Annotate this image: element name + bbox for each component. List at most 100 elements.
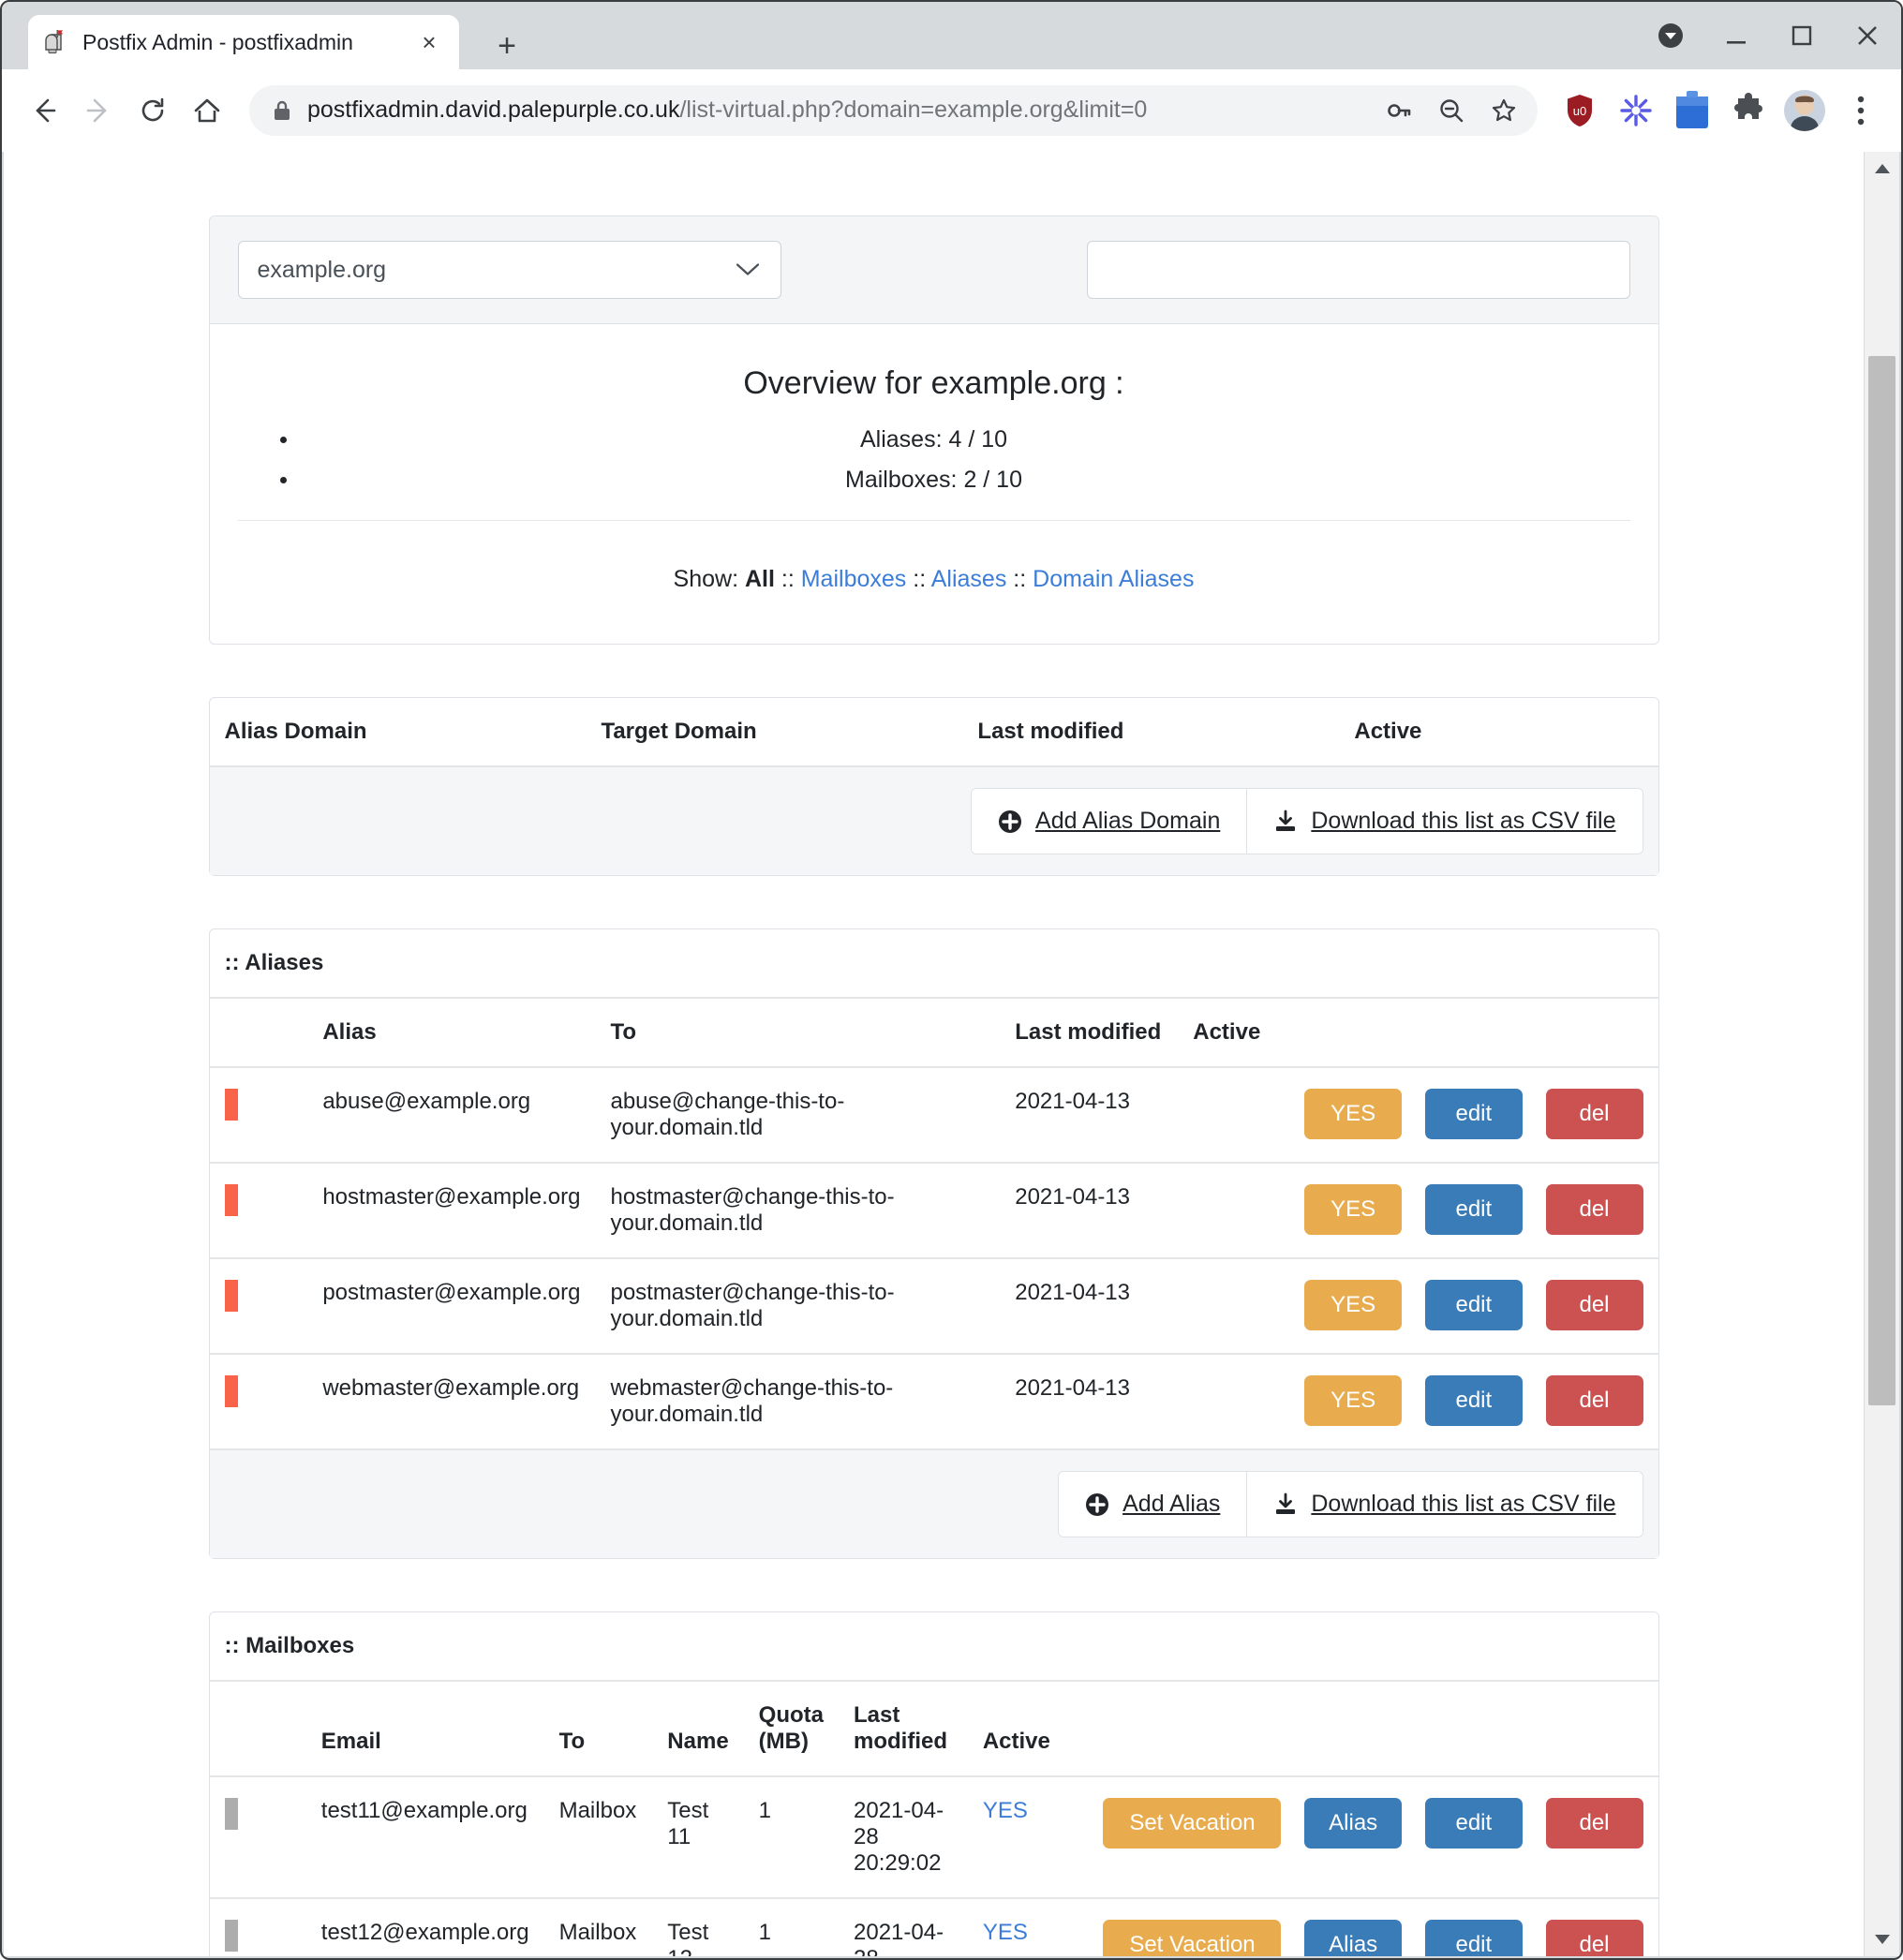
scroll-down-arrow-icon[interactable] — [1865, 1923, 1899, 1956]
ublock-origin-extension-icon[interactable]: u0 — [1556, 87, 1603, 134]
close-window-button[interactable] — [1849, 17, 1886, 54]
star-icon[interactable] — [1479, 86, 1528, 135]
alias-active-toggle-button[interactable]: YES — [1304, 1184, 1403, 1236]
avatar-icon[interactable] — [1781, 87, 1828, 134]
alias-value: webmaster@example.org — [307, 1353, 596, 1449]
search-input[interactable] — [1086, 241, 1630, 299]
mailboxes-title-row: :: Mailboxes — [209, 1612, 1658, 1682]
forward-arrow-icon[interactable] — [73, 85, 124, 136]
mailboxes-section-title: :: Mailboxes — [209, 1612, 1658, 1682]
new-tab-button[interactable]: + — [487, 26, 527, 66]
mailbox-edit-button[interactable]: edit — [1424, 1798, 1523, 1849]
alias-value: hostmaster@example.org — [307, 1162, 596, 1258]
column-marker — [210, 1681, 306, 1776]
scrollbar-thumb[interactable] — [1868, 356, 1896, 1405]
alias-edit-button[interactable]: edit — [1424, 1089, 1523, 1140]
alias-delete-button[interactable]: del — [1545, 1184, 1643, 1236]
table-header-row: Alias Domain Target Domain Last modified… — [210, 698, 1658, 766]
kebab-menu-icon[interactable] — [1837, 87, 1884, 134]
column-to: To — [558, 1729, 586, 1754]
zoom-out-icon[interactable] — [1427, 86, 1476, 135]
mailbox-active-cell: YES — [967, 1775, 1080, 1898]
asterisk-extension-icon[interactable] — [1613, 87, 1659, 134]
mailbox-quota: 1 — [743, 1775, 839, 1898]
show-link-aliases[interactable]: Aliases — [931, 566, 1007, 592]
tab-search-button[interactable] — [1652, 17, 1689, 54]
table-header-row: Alias To Last modified Active — [210, 998, 1658, 1067]
window-controls — [1652, 17, 1886, 54]
table-row: webmaster@example.org webmaster@change-t… — [209, 1353, 1658, 1449]
overview-card: example.org Overview for example.org : •… — [208, 215, 1659, 645]
minimize-button[interactable] — [1717, 17, 1755, 54]
row-marker-cell — [209, 1066, 308, 1163]
alias-domain-table: Alias Domain Target Domain Last modified… — [209, 698, 1658, 875]
alias-delete-button[interactable]: del — [1545, 1375, 1643, 1427]
alias-edit-button[interactable]: edit — [1424, 1184, 1523, 1236]
mailboxes-card: :: Mailboxes Email To Name Quota (MB) La… — [208, 1611, 1659, 1956]
alias-target: webmaster@change-this-to-your.domain.tld — [595, 1353, 1001, 1449]
aliases-table: :: Aliases Alias To Last modified Active — [209, 929, 1658, 1558]
alias-delete-button[interactable]: del — [1545, 1089, 1643, 1140]
domain-select[interactable]: example.org — [237, 241, 781, 299]
alias-last-modified: 2021-04-13 — [1000, 1353, 1179, 1449]
mailbox-last-modified: 2021-04-28 20:29:02 — [839, 1897, 968, 1956]
mailbox-active-cell: YES — [967, 1897, 1080, 1956]
alias-active-toggle-button[interactable]: YES — [1304, 1375, 1403, 1427]
home-icon[interactable] — [182, 85, 232, 136]
url-text[interactable]: postfixadmin.david.palepurple.co.uk/list… — [307, 97, 1371, 124]
show-link-domain-aliases[interactable]: Domain Aliases — [1033, 566, 1194, 592]
tab-close-icon[interactable]: × — [412, 25, 446, 59]
column-last-modified: Last modified — [1015, 1019, 1162, 1045]
bitwarden-extension-icon[interactable] — [1669, 87, 1716, 134]
mailbox-alias-button[interactable]: Alias — [1304, 1798, 1403, 1849]
svg-text:u0: u0 — [1573, 104, 1586, 118]
mailbox-actions: Set Vacation Alias edit del — [1079, 1775, 1658, 1898]
url-path: /list-virtual.php?domain=example.org&lim… — [679, 97, 1148, 123]
separator: :: — [781, 566, 795, 592]
show-link-mailboxes[interactable]: Mailboxes — [801, 566, 907, 592]
mailbox-to: Mailbox — [543, 1775, 653, 1898]
address-bar[interactable]: postfixadmin.david.palepurple.co.uk/list… — [249, 84, 1538, 136]
mailbox-edit-button[interactable]: edit — [1424, 1920, 1523, 1956]
column-marker — [210, 998, 308, 1067]
add-alias-button[interactable]: Add Alias — [1059, 1472, 1247, 1537]
chevron-down-icon — [736, 257, 760, 284]
mailbox-active-link[interactable]: YES — [983, 1798, 1028, 1823]
download-alias-domain-csv-button[interactable]: Download this list as CSV file — [1246, 789, 1643, 854]
set-vacation-button[interactable]: Set Vacation — [1103, 1920, 1282, 1956]
alias-target: postmaster@change-this-to-your.domain.tl… — [595, 1257, 1001, 1354]
maximize-button[interactable] — [1783, 17, 1821, 54]
mailbox-email: test12@example.org — [305, 1897, 544, 1956]
reload-icon[interactable] — [127, 85, 178, 136]
alias-actions: YES edit del — [1178, 1162, 1658, 1258]
row-status-marker — [224, 1280, 238, 1312]
mailbox-delete-button[interactable]: del — [1545, 1798, 1643, 1849]
add-alias-domain-button[interactable]: Add Alias Domain — [972, 789, 1247, 854]
mailbox-name: Test 11 — [652, 1775, 744, 1898]
alias-active-toggle-button[interactable]: YES — [1304, 1280, 1403, 1331]
alias-delete-button[interactable]: del — [1545, 1280, 1643, 1331]
extensions-puzzle-icon[interactable] — [1725, 87, 1772, 134]
download-alias-domain-csv-label: Download this list as CSV file — [1311, 808, 1616, 834]
column-to: To — [610, 1019, 637, 1045]
alias-edit-button[interactable]: edit — [1424, 1375, 1523, 1427]
alias-edit-button[interactable]: edit — [1424, 1280, 1523, 1331]
mailbox-active-link[interactable]: YES — [983, 1920, 1028, 1945]
download-icon — [1273, 1492, 1298, 1517]
mailbox-alias-button[interactable]: Alias — [1304, 1920, 1403, 1956]
set-vacation-button[interactable]: Set Vacation — [1103, 1798, 1282, 1849]
page-scrollbar[interactable] — [1864, 152, 1899, 1956]
show-filter-row: Show: All :: Mailboxes :: Aliases :: Dom… — [238, 521, 1630, 634]
alias-active-toggle-button[interactable]: YES — [1304, 1089, 1403, 1140]
aliases-footer-row: Add Alias Download this list as CSV file — [209, 1448, 1658, 1558]
browser-tab[interactable]: Postfix Admin - postfixadmin × — [28, 15, 459, 69]
back-arrow-icon[interactable] — [19, 85, 69, 136]
alias-domain-footer-cell: Add Alias Domain Download this list as C… — [209, 765, 1658, 875]
column-quota: Quota (MB) — [758, 1702, 824, 1754]
mailbox-quota: 1 — [743, 1897, 839, 1956]
scroll-up-arrow-icon[interactable] — [1865, 152, 1899, 186]
password-key-icon[interactable] — [1375, 86, 1423, 135]
column-actions — [1324, 998, 1658, 1067]
mailbox-delete-button[interactable]: del — [1545, 1920, 1643, 1956]
download-aliases-csv-button[interactable]: Download this list as CSV file — [1246, 1472, 1643, 1537]
